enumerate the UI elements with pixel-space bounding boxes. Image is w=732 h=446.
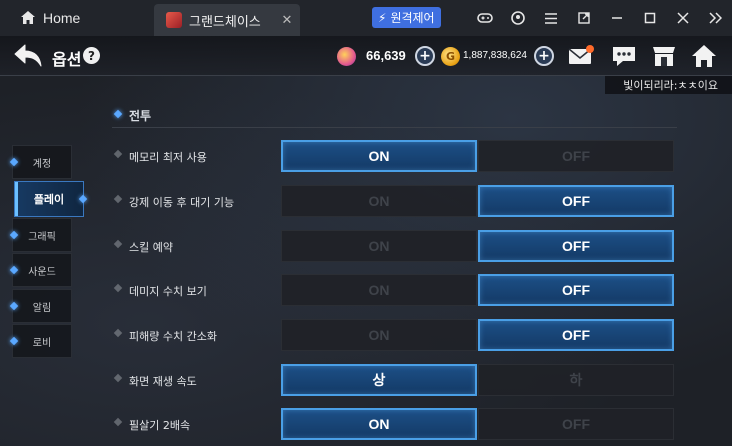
- setting-option-right-button[interactable]: OFF: [478, 230, 674, 262]
- gamepad-icon[interactable]: [468, 0, 501, 36]
- setting-option-right-button[interactable]: 하: [478, 364, 674, 396]
- setting-option-left-button[interactable]: ON: [281, 230, 477, 262]
- gem-currency-value: 66,639: [366, 48, 406, 63]
- back-arrow-icon[interactable]: [12, 42, 44, 70]
- nav-diamond-icon: [9, 265, 19, 275]
- options-header: 옵션 ? 66,639 + G 1,887,838,624 +: [0, 36, 732, 76]
- active-indicator: [15, 182, 18, 216]
- gold-currency-value: 1,887,838,624: [463, 50, 527, 61]
- mail-icon[interactable]: [567, 43, 595, 69]
- nav-item-sound[interactable]: 사운드: [9, 253, 72, 287]
- bolt-icon: ⚡: [378, 10, 387, 25]
- page-title: 옵션: [52, 50, 82, 69]
- setting-option-right-button[interactable]: OFF: [478, 185, 674, 217]
- game-tab[interactable]: 그랜드체이스 ✕: [154, 4, 300, 36]
- row-bullet-icon: [113, 417, 123, 427]
- tab-close-icon[interactable]: ✕: [274, 13, 300, 28]
- setting-label: 피해량 수치 간소화: [129, 330, 217, 343]
- setting-row-wait-after-forced-move: 강제 이동 후 대기 기능 ON OFF: [112, 183, 677, 217]
- home-tab[interactable]: Home: [0, 0, 150, 36]
- setting-option-right-button[interactable]: OFF: [478, 140, 674, 172]
- shop-icon[interactable]: [650, 43, 678, 69]
- remote-control-label: 원격제어: [390, 11, 435, 25]
- setting-option-left-button[interactable]: ON: [281, 140, 477, 172]
- player-nickname: 빛이되리라:ㅊㅊ이요: [605, 76, 732, 94]
- home-tab-label: Home: [43, 10, 81, 26]
- external-icon[interactable]: [567, 0, 600, 36]
- row-bullet-icon: [113, 149, 123, 159]
- section-title: 전투: [129, 109, 152, 123]
- nav-diamond-icon: [9, 301, 19, 311]
- nav-item-label: 계정: [32, 158, 52, 170]
- home-lobby-icon[interactable]: [690, 43, 718, 69]
- setting-label: 스킬 예약: [129, 241, 173, 254]
- setting-option-left-button[interactable]: ON: [281, 408, 477, 440]
- setting-option-left-button[interactable]: ON: [281, 274, 477, 306]
- section-header-battle: 전투: [112, 102, 677, 128]
- nav-diamond-icon: [9, 336, 19, 346]
- nav-item-label: 로비: [32, 337, 52, 349]
- account-icon[interactable]: [501, 0, 534, 36]
- close-icon[interactable]: [666, 0, 699, 36]
- maximize-icon[interactable]: [633, 0, 666, 36]
- nav-item-notifications[interactable]: 알림: [9, 289, 72, 323]
- add-gold-button[interactable]: +: [534, 46, 554, 66]
- row-bullet-icon: [113, 283, 123, 293]
- nav-item-graphics[interactable]: 그래픽: [9, 218, 72, 252]
- setting-option-left-button[interactable]: ON: [281, 319, 477, 351]
- setting-label: 데미지 수치 보기: [129, 285, 207, 298]
- row-bullet-icon: [113, 328, 123, 338]
- home-icon: [21, 11, 35, 24]
- nav-diamond-icon: [78, 194, 88, 204]
- help-icon[interactable]: ?: [83, 47, 100, 64]
- setting-option-left-button[interactable]: 상: [281, 364, 477, 396]
- setting-label: 강제 이동 후 대기 기능: [129, 196, 235, 209]
- menu-icon[interactable]: [534, 0, 567, 36]
- game-viewport: 옵션 ? 66,639 + G 1,887,838,624 + 빛이되리라:ㅊㅊ…: [0, 36, 732, 446]
- row-bullet-icon: [113, 194, 123, 204]
- nav-item-label: 알림: [32, 302, 52, 314]
- minimize-icon[interactable]: [600, 0, 633, 36]
- collapse-icon[interactable]: [699, 0, 732, 36]
- game-avatar-icon: [166, 12, 182, 28]
- nav-diamond-icon: [9, 230, 19, 240]
- nav-item-lobby[interactable]: 로비: [9, 324, 72, 358]
- setting-row-memory-saving: 메모리 최저 사용 ON OFF: [112, 138, 677, 172]
- setting-option-right-button[interactable]: OFF: [478, 274, 674, 306]
- add-gem-button[interactable]: +: [415, 46, 435, 66]
- section-diamond-icon: [113, 109, 123, 119]
- nav-item-account[interactable]: 계정: [9, 145, 72, 179]
- nav-diamond-icon: [9, 157, 19, 167]
- gem-currency-icon: [337, 47, 356, 66]
- setting-option-right-button[interactable]: OFF: [478, 319, 674, 351]
- remote-control-button[interactable]: ⚡ 원격제어: [372, 7, 441, 28]
- host-titlebar: Home 그랜드체이스 ✕ ⚡ 원격제어: [0, 0, 732, 36]
- game-tab-label: 그랜드체이스: [189, 14, 261, 30]
- nav-item-label: 사운드: [28, 266, 56, 278]
- row-bullet-icon: [113, 239, 123, 249]
- setting-option-left-button[interactable]: ON: [281, 185, 477, 217]
- setting-label: 필살기 2배속: [129, 419, 191, 432]
- nav-item-play[interactable]: 플레이: [14, 181, 88, 217]
- setting-row-skill-reservation: 스킬 예약 ON OFF: [112, 228, 677, 262]
- nav-item-label: 그래픽: [28, 231, 56, 243]
- chat-icon[interactable]: [610, 43, 638, 69]
- setting-label: 화면 재생 속도: [129, 375, 197, 388]
- setting-option-right-button[interactable]: OFF: [478, 408, 674, 440]
- setting-row-screen-playback-speed: 화면 재생 속도 상 하: [112, 362, 677, 396]
- nav-item-label: 플레이: [33, 193, 65, 206]
- setting-row-ultimate-2x-speed: 필살기 2배속 ON OFF: [112, 406, 677, 440]
- row-bullet-icon: [113, 373, 123, 383]
- setting-row-simplify-damage-numbers: 피해량 수치 간소화 ON OFF: [112, 317, 677, 351]
- setting-label: 메모리 최저 사용: [129, 151, 207, 164]
- gold-currency-icon: G: [441, 47, 460, 66]
- setting-row-damage-numbers: 데미지 수치 보기 ON OFF: [112, 272, 677, 306]
